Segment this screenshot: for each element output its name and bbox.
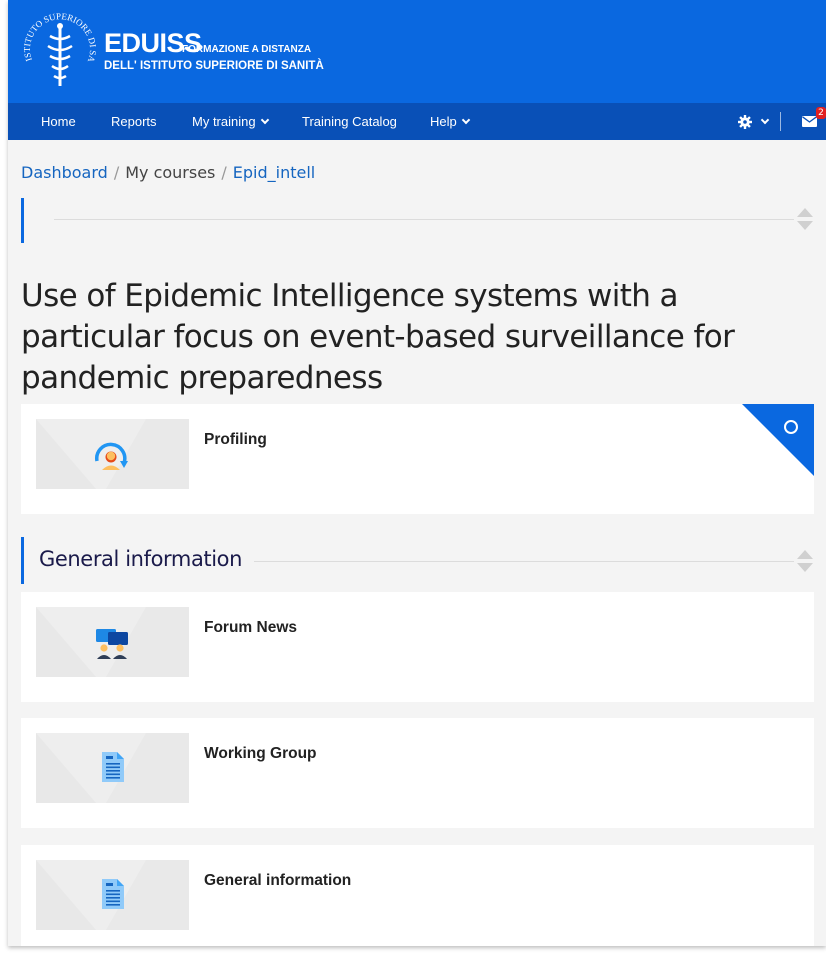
breadcrumb-separator: / bbox=[221, 163, 227, 182]
nav-my-training[interactable]: My training bbox=[192, 103, 269, 140]
activity-card-working-group[interactable]: Working Group bbox=[21, 718, 814, 828]
nav-training-catalog[interactable]: Training Catalog bbox=[302, 103, 397, 140]
chevron-down-icon bbox=[461, 115, 470, 125]
activity-card-general-information[interactable]: General information bbox=[21, 845, 814, 946]
document-icon bbox=[102, 752, 124, 782]
completion-status-icon[interactable] bbox=[742, 404, 814, 476]
nav-reports-label: Reports bbox=[111, 114, 157, 129]
section-heading-general[interactable]: General information bbox=[39, 547, 242, 571]
breadcrumb-dashboard[interactable]: Dashboard bbox=[21, 163, 108, 182]
collapse-toggle-icon[interactable] bbox=[796, 548, 814, 574]
profile-refresh-icon bbox=[95, 442, 128, 470]
chevron-down-icon bbox=[260, 115, 269, 125]
activity-title[interactable]: Forum News bbox=[204, 619, 297, 637]
activity-thumbnail bbox=[36, 607, 189, 677]
section-marker bbox=[21, 198, 24, 243]
breadcrumb-my-courses[interactable]: My courses bbox=[125, 163, 215, 182]
course-title: Use of Epidemic Intelligence systems wit… bbox=[21, 278, 735, 396]
activity-thumbnail bbox=[36, 860, 189, 930]
collapse-toggle-icon[interactable] bbox=[796, 206, 814, 232]
nav-training-catalog-label: Training Catalog bbox=[302, 114, 397, 129]
activity-title[interactable]: General information bbox=[204, 872, 351, 890]
activity-title[interactable]: Working Group bbox=[204, 745, 317, 763]
breadcrumb: Dashboard / My courses / Epid_intell bbox=[21, 163, 315, 182]
document-icon bbox=[102, 879, 124, 909]
activity-thumbnail bbox=[36, 733, 189, 803]
nav-home-label: Home bbox=[41, 114, 76, 129]
svg-text:ISTITUTO SUPERIORE DI SANITÀ: ISTITUTO SUPERIORE DI SANITÀ bbox=[18, 10, 98, 64]
section-rule bbox=[254, 561, 794, 562]
page-frame: ISTITUTO SUPERIORE DI SANITÀ EDUISS FORM… bbox=[8, 0, 826, 946]
main-navbar: Home Reports My training Training Catalo… bbox=[8, 103, 826, 140]
activity-title[interactable]: Profiling bbox=[204, 431, 267, 449]
nav-help-label: Help bbox=[430, 114, 457, 129]
nav-my-training-label: My training bbox=[192, 114, 256, 129]
nav-help[interactable]: Help bbox=[430, 103, 470, 140]
brand-subtitle-1: FORMAZIONE A DISTANZA bbox=[182, 44, 312, 55]
section-marker bbox=[21, 537, 24, 584]
settings-dropdown[interactable] bbox=[756, 112, 770, 132]
breadcrumb-course[interactable]: Epid_intell bbox=[233, 163, 315, 182]
chevron-down-icon bbox=[760, 115, 770, 125]
nav-separator bbox=[780, 112, 781, 131]
activity-card-forum-news[interactable]: Forum News bbox=[21, 592, 814, 702]
notification-badge: 2 bbox=[816, 107, 826, 119]
gear-icon[interactable] bbox=[738, 115, 752, 129]
activity-card-profiling[interactable]: Profiling bbox=[21, 404, 814, 514]
nav-home[interactable]: Home bbox=[41, 103, 76, 140]
brand-header: ISTITUTO SUPERIORE DI SANITÀ EDUISS FORM… bbox=[8, 0, 826, 103]
brand-subtitle-2: DELL' ISTITUTO SUPERIORE DI SANITÀ bbox=[104, 60, 324, 72]
section-rule bbox=[54, 219, 794, 220]
breadcrumb-separator: / bbox=[113, 163, 120, 182]
forum-icon bbox=[96, 629, 128, 659]
activity-thumbnail bbox=[36, 419, 189, 489]
nav-reports[interactable]: Reports bbox=[111, 103, 157, 140]
mail-icon[interactable] bbox=[802, 116, 817, 127]
iss-seal-logo[interactable]: ISTITUTO SUPERIORE DI SANITÀ bbox=[18, 10, 102, 94]
